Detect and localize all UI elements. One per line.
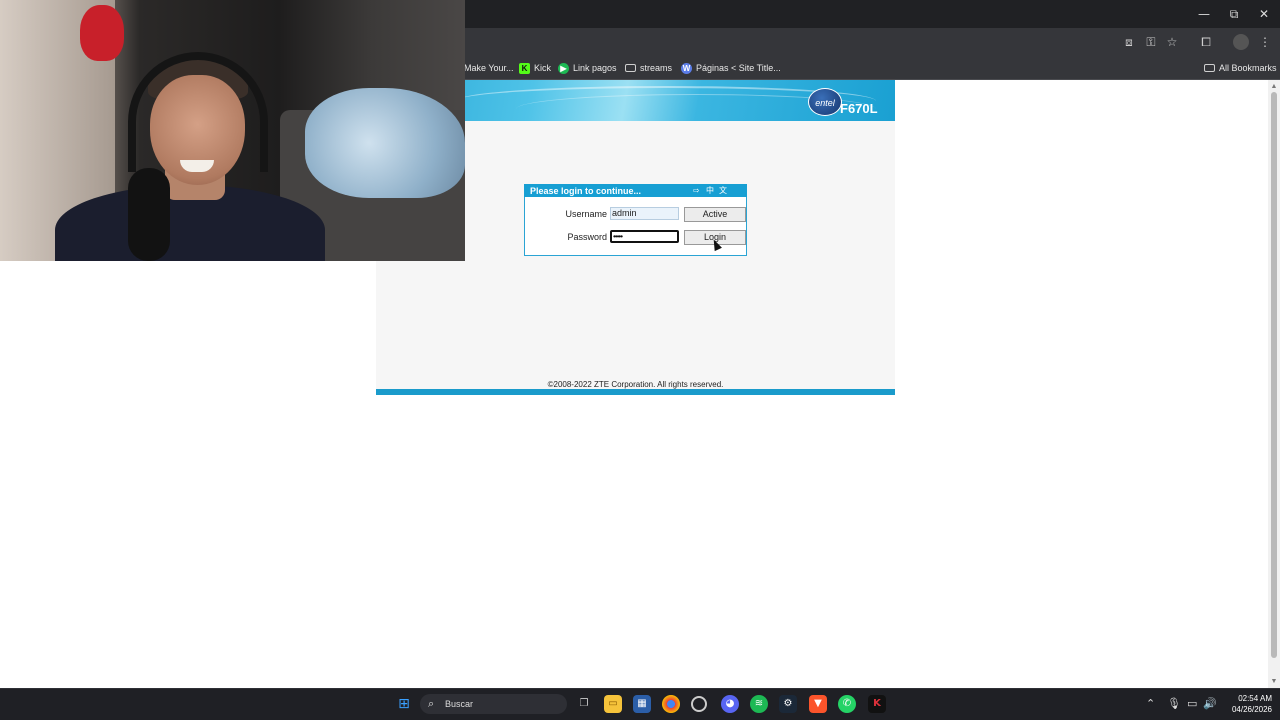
webcam-red-cap (80, 5, 124, 61)
discord-icon[interactable]: ◕ (721, 695, 739, 713)
password-key-icon[interactable]: ⚿ (1143, 34, 1159, 50)
taskbar-search[interactable] (420, 694, 567, 714)
bookmark-label: Link pagos (573, 63, 617, 73)
windows-start-icon[interactable]: ⊞ (395, 695, 413, 713)
task-view-icon[interactable]: ❐ (575, 695, 593, 713)
folder-icon (1204, 64, 1215, 72)
webcam-microphone (128, 168, 170, 261)
brave-icon[interactable]: ▼ (809, 695, 827, 713)
bookmark-label: Make Your... (464, 63, 514, 73)
minimize-button[interactable]: — (1194, 5, 1214, 23)
search-placeholder: Buscar (445, 699, 474, 709)
store-icon[interactable]: ▦ (633, 695, 651, 713)
kick-icon: K (519, 62, 530, 74)
password-label: Password (567, 232, 607, 242)
arrow-right-icon[interactable]: ⇨ (693, 185, 700, 197)
menu-icon[interactable]: ⋮ (1257, 34, 1273, 50)
username-field[interactable]: admin (610, 207, 679, 220)
username-label: Username (565, 209, 607, 219)
bookmark-streams[interactable]: streams (625, 60, 672, 76)
volume-icon[interactable]: 🔊 (1203, 697, 1217, 710)
login-title: Please login to continue... (530, 186, 642, 196)
profile-icon[interactable] (1233, 34, 1249, 50)
spotify-icon[interactable]: ≋ (750, 695, 768, 713)
webcam-overlay (0, 0, 465, 261)
microphone-icon[interactable]: 🎙 (1167, 697, 1181, 710)
tray-overflow-icon[interactable]: ⌃ (1146, 697, 1155, 710)
clock-date: 04/26/2026 (1231, 705, 1272, 714)
whatsapp-icon[interactable]: ✆ (838, 695, 856, 713)
webcam-blanket (305, 88, 465, 198)
taskbar-clock[interactable]: 02:54 AM 04/26/2026 (1222, 693, 1272, 715)
router-model: F670L (840, 101, 878, 116)
play-circle-icon: ▶ (558, 62, 569, 74)
file-explorer-icon[interactable]: ▭ (604, 695, 622, 713)
search-icon: ⌕ (428, 697, 435, 710)
bookmark-link-pagos[interactable]: ▶ Link pagos (558, 60, 617, 76)
lang-text-icon[interactable]: 文 (719, 185, 727, 197)
bookmark-label: Páginas < Site Title... (696, 63, 781, 73)
password-field[interactable]: ••••• (610, 230, 679, 243)
folder-icon (625, 64, 636, 72)
wordpress-icon: W (681, 62, 692, 74)
obs-icon[interactable] (691, 696, 707, 712)
bookmark-paginas[interactable]: W Páginas < Site Title... (681, 60, 781, 76)
steam-icon[interactable]: ⚙ (779, 695, 797, 713)
scroll-down-icon[interactable]: ▼ (1268, 676, 1280, 688)
entel-logo: entel (808, 88, 842, 116)
all-bookmarks-button[interactable]: All Bookmarks (1204, 60, 1277, 76)
scrollbar-thumb[interactable] (1271, 92, 1277, 658)
bookmark-make-your[interactable]: Make Your... (464, 60, 514, 76)
footer-bar (376, 389, 895, 395)
lang-chinese-icon[interactable]: 中 (706, 185, 714, 197)
restore-button[interactable]: ⧉ (1224, 5, 1244, 23)
copyright-footer: ©2008-2022 ZTE Corporation. All rights r… (547, 380, 724, 389)
all-bookmarks-label: All Bookmarks (1219, 63, 1277, 73)
active-button[interactable]: Active (684, 207, 746, 222)
webcam-headset (128, 52, 268, 172)
close-button[interactable]: ✕ (1254, 5, 1274, 23)
chrome-icon[interactable] (662, 695, 680, 713)
bookmark-kick[interactable]: K Kick (519, 60, 551, 76)
bookmark-label: streams (640, 63, 673, 73)
clock-time: 02:54 AM (1238, 694, 1272, 703)
bookmark-label: Kick (534, 63, 552, 73)
bookmark-star-icon[interactable]: ☆ (1164, 34, 1180, 50)
extensions-icon[interactable]: ⧠ (1198, 34, 1214, 50)
kick-app-icon[interactable]: K (868, 695, 886, 713)
translate-icon[interactable]: ⧈ (1121, 34, 1137, 50)
network-icon[interactable]: ▭ (1187, 697, 1197, 710)
